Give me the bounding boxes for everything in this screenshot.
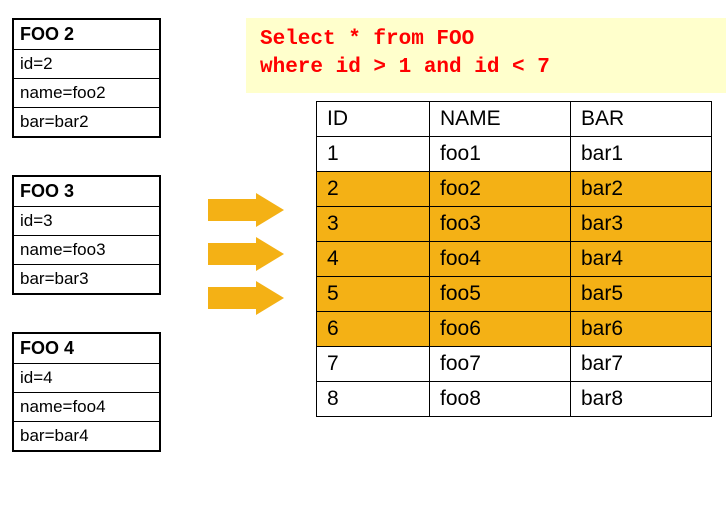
cell-name: foo4: [430, 242, 571, 277]
results-table: ID NAME BAR 1 foo1 bar1 2 foo2 bar2 3 fo…: [316, 101, 712, 417]
object-title: FOO 4: [14, 334, 159, 364]
cell-bar: bar3: [571, 207, 712, 242]
cell-id: 6: [317, 312, 430, 347]
col-header-id: ID: [317, 102, 430, 137]
cell-name: foo1: [430, 137, 571, 172]
sql-line-2: where id > 1 and id < 7: [260, 56, 550, 79]
object-bar-line: bar=bar4: [14, 422, 159, 450]
table-row: 3 foo3 bar3: [317, 207, 712, 242]
table-row: 2 foo2 bar2: [317, 172, 712, 207]
cell-bar: bar1: [571, 137, 712, 172]
object-name-line: name=foo4: [14, 393, 159, 422]
object-bar-line: bar=bar3: [14, 265, 159, 293]
table-row: 8 foo8 bar8: [317, 382, 712, 417]
col-header-bar: BAR: [571, 102, 712, 137]
table-body: 1 foo1 bar1 2 foo2 bar2 3 foo3 bar3 4 fo…: [317, 137, 712, 417]
cell-bar: bar7: [571, 347, 712, 382]
arrow-icon: [208, 237, 288, 271]
table-header-row: ID NAME BAR: [317, 102, 712, 137]
cell-id: 3: [317, 207, 430, 242]
cell-id: 2: [317, 172, 430, 207]
arrow-icon: [208, 193, 288, 227]
cell-bar: bar8: [571, 382, 712, 417]
cell-name: foo3: [430, 207, 571, 242]
object-name-line: name=foo3: [14, 236, 159, 265]
object-name-line: name=foo2: [14, 79, 159, 108]
table-row: 4 foo4 bar4: [317, 242, 712, 277]
object-title: FOO 2: [14, 20, 159, 50]
cell-id: 8: [317, 382, 430, 417]
object-id-line: id=3: [14, 207, 159, 236]
cell-bar: bar4: [571, 242, 712, 277]
cell-name: foo2: [430, 172, 571, 207]
cell-id: 4: [317, 242, 430, 277]
col-header-name: NAME: [430, 102, 571, 137]
object-id-line: id=2: [14, 50, 159, 79]
table-row: 5 foo5 bar5: [317, 277, 712, 312]
cell-name: foo7: [430, 347, 571, 382]
object-bar-line: bar=bar2: [14, 108, 159, 136]
object-box-foo4: FOO 4 id=4 name=foo4 bar=bar4: [12, 332, 161, 452]
sql-query-box: Select * from FOO where id > 1 and id < …: [246, 18, 726, 93]
object-box-foo3: FOO 3 id=3 name=foo3 bar=bar3: [12, 175, 161, 295]
cell-name: foo5: [430, 277, 571, 312]
object-id-line: id=4: [14, 364, 159, 393]
cell-name: foo6: [430, 312, 571, 347]
table-row: 7 foo7 bar7: [317, 347, 712, 382]
cell-bar: bar5: [571, 277, 712, 312]
object-box-foo2: FOO 2 id=2 name=foo2 bar=bar2: [12, 18, 161, 138]
table-row: 1 foo1 bar1: [317, 137, 712, 172]
table-row: 6 foo6 bar6: [317, 312, 712, 347]
cell-id: 5: [317, 277, 430, 312]
cell-bar: bar6: [571, 312, 712, 347]
sql-line-1: Select * from FOO: [260, 28, 474, 51]
arrow-icon: [208, 281, 288, 315]
cell-name: foo8: [430, 382, 571, 417]
cell-id: 7: [317, 347, 430, 382]
object-title: FOO 3: [14, 177, 159, 207]
cell-bar: bar2: [571, 172, 712, 207]
cell-id: 1: [317, 137, 430, 172]
